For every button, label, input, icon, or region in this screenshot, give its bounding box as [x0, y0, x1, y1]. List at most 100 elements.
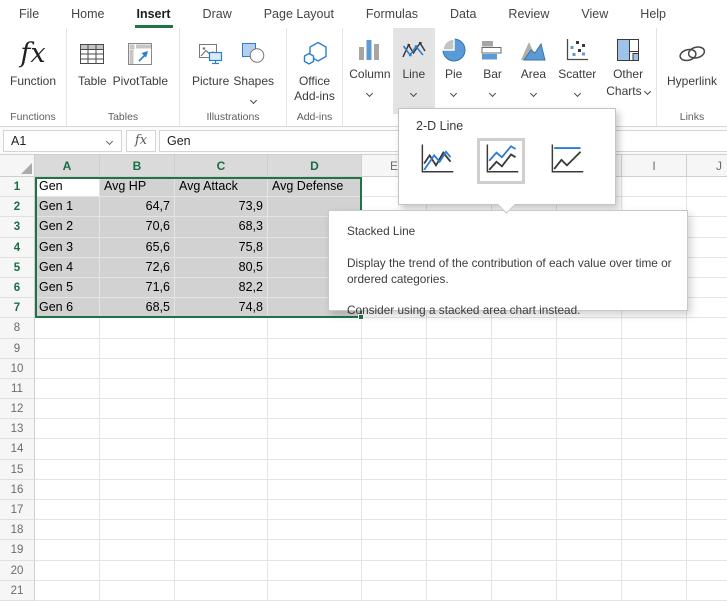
name-box[interactable]: A1	[3, 130, 122, 152]
cell-A2[interactable]: Gen 1	[35, 197, 100, 217]
cell-F13[interactable]	[427, 419, 492, 439]
row-header-1[interactable]: 1	[0, 177, 35, 197]
cell-A19[interactable]	[35, 540, 100, 560]
row-header-18[interactable]: 18	[0, 520, 35, 540]
cell-A6[interactable]: Gen 5	[35, 278, 100, 298]
cell-B14[interactable]	[100, 439, 175, 459]
cell-B8[interactable]	[100, 318, 175, 338]
ribbon-button-column[interactable]: Column	[347, 28, 393, 114]
column-header-B[interactable]: B	[100, 155, 175, 177]
row-header-15[interactable]: 15	[0, 460, 35, 480]
cell-F9[interactable]	[427, 339, 492, 359]
column-header-D[interactable]: D	[268, 155, 362, 177]
row-header-16[interactable]: 16	[0, 480, 35, 500]
cell-F21[interactable]	[427, 581, 492, 601]
cell-A5[interactable]: Gen 4	[35, 258, 100, 278]
cell-B20[interactable]	[100, 561, 175, 581]
cell-C11[interactable]	[175, 379, 268, 399]
cell-J5[interactable]	[687, 258, 727, 278]
gallery-item-stacked-line[interactable]	[477, 138, 525, 184]
cell-A17[interactable]	[35, 500, 100, 520]
cell-D1[interactable]: Avg Defense	[268, 177, 362, 197]
cell-J20[interactable]	[687, 561, 727, 581]
cell-G8[interactable]	[492, 318, 557, 338]
cell-G19[interactable]	[492, 540, 557, 560]
row-header-12[interactable]: 12	[0, 399, 35, 419]
cell-J6[interactable]	[687, 278, 727, 298]
cell-I1[interactable]	[622, 177, 687, 197]
cell-H13[interactable]	[557, 419, 622, 439]
row-header-19[interactable]: 19	[0, 540, 35, 560]
cell-I19[interactable]	[622, 540, 687, 560]
cell-A9[interactable]	[35, 339, 100, 359]
cell-G17[interactable]	[492, 500, 557, 520]
cell-I13[interactable]	[622, 419, 687, 439]
cell-E15[interactable]	[362, 460, 427, 480]
cell-A15[interactable]	[35, 460, 100, 480]
cell-A7[interactable]: Gen 6	[35, 298, 100, 318]
cell-D18[interactable]	[268, 520, 362, 540]
cell-B4[interactable]: 65,6	[100, 238, 175, 258]
row-header-8[interactable]: 8	[0, 318, 35, 338]
cell-G9[interactable]	[492, 339, 557, 359]
cell-J7[interactable]	[687, 298, 727, 318]
cell-B19[interactable]	[100, 540, 175, 560]
cell-B6[interactable]: 71,6	[100, 278, 175, 298]
cell-C17[interactable]	[175, 500, 268, 520]
cell-D12[interactable]	[268, 399, 362, 419]
cell-D8[interactable]	[268, 318, 362, 338]
cell-H11[interactable]	[557, 379, 622, 399]
tab-insert[interactable]: Insert	[137, 0, 171, 28]
shapes-button[interactable]: Shapes	[233, 28, 274, 110]
cell-C21[interactable]	[175, 581, 268, 601]
cell-B18[interactable]	[100, 520, 175, 540]
ribbon-button-line[interactable]: Line	[393, 28, 435, 114]
ribbon-button-bar[interactable]: Bar	[473, 28, 513, 114]
cell-E20[interactable]	[362, 561, 427, 581]
cell-A1[interactable]: Gen	[35, 177, 100, 197]
cell-D15[interactable]	[268, 460, 362, 480]
cell-E21[interactable]	[362, 581, 427, 601]
cell-C10[interactable]	[175, 359, 268, 379]
cell-J14[interactable]	[687, 439, 727, 459]
hyperlink-button[interactable]: Hyperlink	[667, 28, 717, 110]
cell-B13[interactable]	[100, 419, 175, 439]
cell-A4[interactable]: Gen 3	[35, 238, 100, 258]
cell-C5[interactable]: 80,5	[175, 258, 268, 278]
cell-D13[interactable]	[268, 419, 362, 439]
cell-A12[interactable]	[35, 399, 100, 419]
cell-B21[interactable]	[100, 581, 175, 601]
cell-E16[interactable]	[362, 480, 427, 500]
cell-C20[interactable]	[175, 561, 268, 581]
cell-B17[interactable]	[100, 500, 175, 520]
tab-review[interactable]: Review	[508, 0, 549, 28]
cell-J18[interactable]	[687, 520, 727, 540]
cell-C19[interactable]	[175, 540, 268, 560]
cell-H20[interactable]	[557, 561, 622, 581]
row-header-20[interactable]: 20	[0, 561, 35, 581]
cell-D19[interactable]	[268, 540, 362, 560]
cell-H15[interactable]	[557, 460, 622, 480]
tab-data[interactable]: Data	[450, 0, 476, 28]
ribbon-button-area[interactable]: Area	[512, 28, 554, 114]
cell-J13[interactable]	[687, 419, 727, 439]
cell-D21[interactable]	[268, 581, 362, 601]
row-header-4[interactable]: 4	[0, 238, 35, 258]
cell-G20[interactable]	[492, 561, 557, 581]
cell-H16[interactable]	[557, 480, 622, 500]
cell-C13[interactable]	[175, 419, 268, 439]
cell-E14[interactable]	[362, 439, 427, 459]
tab-view[interactable]: View	[581, 0, 608, 28]
cell-G16[interactable]	[492, 480, 557, 500]
cell-F12[interactable]	[427, 399, 492, 419]
cell-F20[interactable]	[427, 561, 492, 581]
column-header-A[interactable]: A	[35, 155, 100, 177]
cell-A18[interactable]	[35, 520, 100, 540]
cell-H12[interactable]	[557, 399, 622, 419]
cell-A13[interactable]	[35, 419, 100, 439]
tab-file[interactable]: File	[19, 0, 39, 28]
insert-function-button[interactable]: fx	[126, 130, 156, 152]
cell-D14[interactable]	[268, 439, 362, 459]
cell-E11[interactable]	[362, 379, 427, 399]
cell-D10[interactable]	[268, 359, 362, 379]
